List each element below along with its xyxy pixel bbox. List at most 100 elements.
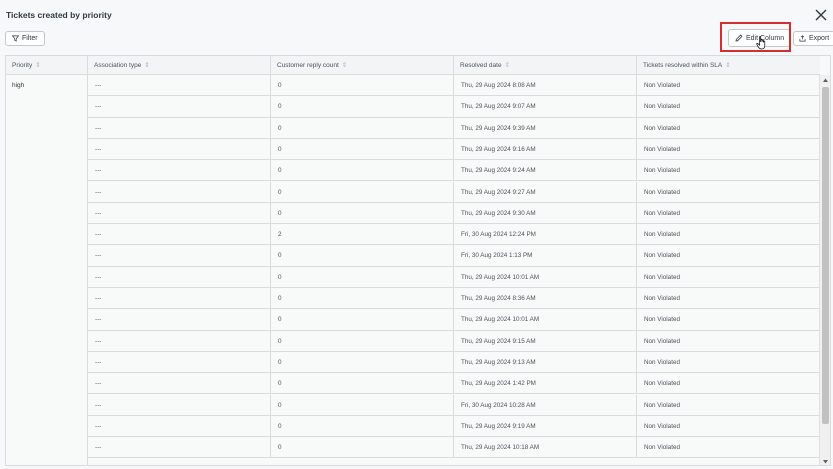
sla-cell: Non Violated [644, 316, 680, 324]
association-type-cell: --- [88, 96, 271, 118]
reply-count-cell: 0 [271, 266, 454, 288]
association-type-cell: --- [88, 330, 271, 352]
export-button[interactable]: Export [793, 31, 833, 46]
association-type-cell: --- [88, 373, 271, 395]
table-row[interactable]: --- 0 Thu, 29 Aug 2024 9:30 AM Non Violated [88, 202, 820, 225]
table-row[interactable]: --- 0 Fri, 30 Aug 2024 10:28 AM Non Violate… [88, 394, 820, 416]
sla-cell: Non Violated [644, 401, 680, 409]
table-header: Priority ⇕ Association type ⇕ Customer rep… [6, 56, 820, 75]
sla-cell: Non Violated [644, 231, 680, 239]
table-row[interactable]: --- 0 Thu, 29 Aug 2024 9:39 AM Non Violated [88, 117, 820, 139]
reply-count-cell: 0 [271, 437, 454, 459]
table-row[interactable]: --- 2 Fri, 30 Aug 2024 12:24 PM Non Violate… [88, 224, 820, 246]
resolved-date-cell: Thu, 29 Aug 2024 10:01 AM [454, 266, 637, 288]
column-header-customer-reply-count[interactable]: Customer reply count ⇕ [271, 56, 454, 75]
association-type-cell: --- [88, 160, 271, 182]
filter-label: Filter [22, 35, 38, 42]
resolved-date-cell: Thu, 29 Aug 2024 8:08 AM [454, 75, 637, 97]
reply-count-cell: 0 [271, 330, 454, 352]
scroll-down-icon[interactable] [822, 459, 829, 465]
association-type-cell: --- [88, 181, 271, 203]
column-header-priority[interactable]: Priority ⇕ [6, 56, 88, 75]
scrollbar-thumb[interactable] [822, 87, 829, 424]
resolved-date-cell: Thu, 29 Aug 2024 1:42 PM [454, 373, 637, 395]
close-icon[interactable] [815, 8, 827, 21]
table-row[interactable]: --- 0 Thu, 29 Aug 2024 10:01 AM Non Violate… [88, 309, 820, 331]
table-row[interactable]: --- 0 Thu, 29 Aug 2024 9:19 AM Non Violated [88, 415, 820, 438]
table-row[interactable]: --- 0 Thu, 29 Aug 2024 10:01 AM Non Violate… [88, 266, 820, 288]
reply-count-cell: 0 [271, 373, 454, 395]
sla-cell: Non Violated [644, 295, 680, 302]
reply-count-cell: 2 [271, 224, 454, 246]
sla-cell: Non Violated [644, 337, 680, 345]
reply-count-cell: 0 [271, 415, 454, 438]
vertical-scrollbar[interactable] [819, 75, 830, 465]
table-row[interactable]: --- 0 Thu, 29 Aug 2024 10:18 AM Non Violate… [88, 437, 820, 459]
table-row[interactable]: --- 0 Thu, 29 Aug 2024 9:07 AM Non Violated [88, 96, 820, 118]
sla-cell: Non Violated [644, 252, 680, 260]
sla-cell: Non Violated [644, 380, 680, 388]
sla-cell: Non Violated [644, 124, 680, 132]
resolved-date-cell: Thu, 29 Aug 2024 9:16 AM [454, 138, 637, 161]
association-type-cell: --- [88, 266, 271, 288]
sort-icon[interactable]: ⇕ [144, 62, 149, 69]
table-row[interactable]: --- 0 Thu, 29 Aug 2024 9:13 AM Non Violated [88, 351, 820, 374]
resolved-date-cell: Thu, 29 Aug 2024 10:01 AM [454, 309, 637, 331]
sla-cell: Non Violated [644, 103, 680, 111]
reply-count-cell: 0 [271, 202, 454, 225]
association-type-cell: --- [88, 394, 271, 416]
association-type-cell: --- [88, 117, 271, 139]
association-type-cell: --- [88, 138, 271, 161]
sla-cell: Non Violated [644, 444, 680, 452]
scroll-up-icon[interactable] [822, 77, 829, 83]
association-type-cell: --- [88, 288, 271, 310]
reply-count-cell: 0 [271, 160, 454, 182]
reply-count-cell: 0 [271, 309, 454, 331]
table-row[interactable]: --- 0 Fri, 30 Aug 2024 1:13 PM Non Violated [88, 245, 820, 267]
table-row[interactable]: --- 0 Thu, 29 Aug 2024 8:08 AM Non Violated [88, 75, 820, 97]
resolved-date-cell: Thu, 29 Aug 2024 9:30 AM [454, 202, 637, 225]
sort-icon[interactable]: ⇕ [505, 62, 510, 69]
resolved-date-cell: Thu, 29 Aug 2024 9:27 AM [454, 181, 637, 203]
data-table: Priority ⇕ Association type ⇕ Customer rep… [5, 55, 831, 466]
sla-cell: Non Violated [644, 422, 680, 430]
resolved-date-cell: Thu, 29 Aug 2024 9:19 AM [454, 415, 637, 438]
reply-count-cell: 0 [271, 96, 454, 118]
table-row[interactable]: --- 0 Thu, 29 Aug 2024 9:27 AM Non Violated [88, 181, 820, 203]
sla-cell: Non Violated [644, 145, 680, 153]
filter-button[interactable]: Filter [5, 31, 45, 46]
resolved-date-cell: Thu, 29 Aug 2024 9:39 AM [454, 117, 637, 139]
sla-cell: Non Violated [644, 358, 680, 366]
resolved-date-cell: Fri, 30 Aug 2024 1:13 PM [454, 245, 637, 267]
resolved-date-cell: Thu, 29 Aug 2024 9:15 AM [454, 330, 637, 352]
sort-icon[interactable]: ⇕ [35, 62, 40, 69]
table-row[interactable]: --- 0 Thu, 29 Aug 2024 1:42 PM Non Violated [88, 373, 820, 395]
column-header-association-type[interactable]: Association type ⇕ [88, 56, 271, 75]
association-type-cell: --- [88, 415, 271, 438]
resolved-date-cell: Thu, 29 Aug 2024 10:18 AM [454, 437, 637, 459]
association-type-cell: --- [88, 245, 271, 267]
table-row[interactable]: --- 0 Thu, 29 Aug 2024 9:24 AM Non Violated [88, 160, 820, 182]
sla-cell: Non Violated [644, 209, 680, 217]
table-row[interactable]: --- 0 Thu, 29 Aug 2024 9:15 AM Non Violated [88, 330, 820, 352]
association-type-cell: --- [88, 437, 271, 459]
export-label: Export [809, 35, 830, 42]
filter-icon [12, 35, 19, 42]
resolved-date-cell: Fri, 30 Aug 2024 10:28 AM [454, 394, 637, 416]
modal-title: Tickets created by priority [6, 10, 112, 20]
reply-count-cell: 0 [271, 394, 454, 416]
sla-cell: Non Violated [644, 167, 680, 175]
column-header-resolved-date[interactable]: Resolved date ⇕ [454, 56, 637, 75]
sla-cell: Non Violated [644, 188, 680, 196]
table-row[interactable]: --- 0 Thu, 29 Aug 2024 9:16 AM Non Violated [88, 138, 820, 161]
sla-cell: Non Violated [644, 82, 680, 89]
sort-icon[interactable]: ⇕ [342, 62, 347, 69]
table-row[interactable]: --- 0 Thu, 29 Aug 2024 8:36 AM Non Violated [88, 288, 820, 310]
tickets-modal: Tickets created by priority Filter Edit … [0, 0, 833, 469]
resolved-date-cell: Thu, 29 Aug 2024 9:24 AM [454, 160, 637, 182]
column-header-sla[interactable]: Tickets resolved within SLA ⇕ [637, 56, 820, 75]
reply-count-cell: 0 [271, 75, 454, 97]
sort-icon[interactable]: ⇕ [725, 62, 730, 69]
reply-count-cell: 0 [271, 138, 454, 161]
hand-cursor-icon [756, 36, 766, 50]
